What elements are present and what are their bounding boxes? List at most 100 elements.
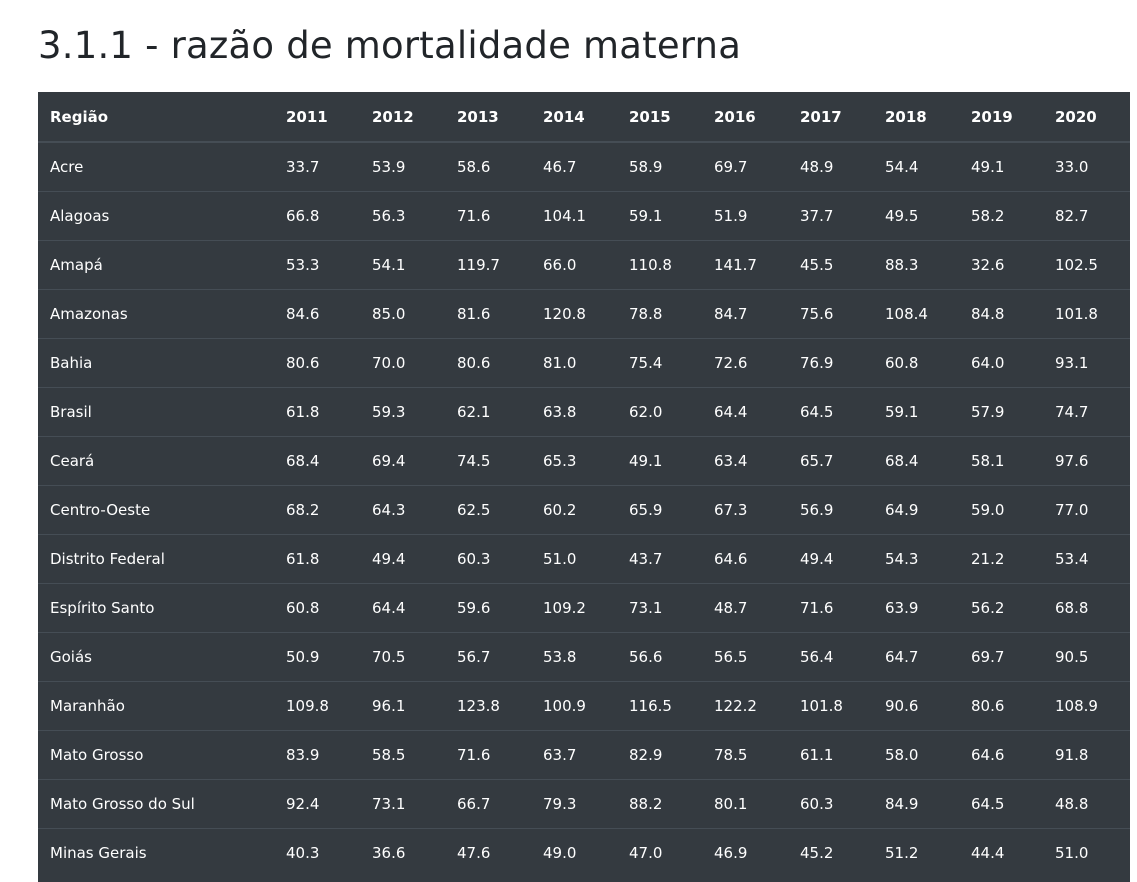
table-row: Goiás 50.9 70.5 56.7 53.8 56.6 56.5 56.4 64.7 69.…	[38, 632, 1130, 681]
rate-value-cell: 69.4	[372, 451, 406, 470]
rate-value-cell: 68.8	[1055, 598, 1089, 617]
rate-value-cell: 84.8	[971, 304, 1005, 323]
region-name-cell: Minas Gerais	[50, 843, 147, 862]
table-row: Acre 33.7 53.9 58.6 46.7 58.9 69.7 48.9 54.4 49.1…	[38, 142, 1130, 191]
rate-value-cell: 119.7	[457, 255, 500, 274]
rate-value-cell: 58.9	[629, 157, 663, 176]
rate-value-cell: 63.9	[885, 598, 919, 617]
rate-value-cell: 102.5	[1055, 255, 1098, 274]
rate-value-cell: 59.6	[457, 598, 491, 617]
rate-value-cell: 58.1	[971, 451, 1005, 470]
rate-value-cell: 64.4	[714, 402, 748, 421]
rate-value-cell: 93.1	[1055, 353, 1089, 372]
rate-value-cell: 51.9	[714, 206, 748, 225]
rate-value-cell: 68.4	[286, 451, 320, 470]
rate-value-cell: 33.7	[286, 157, 320, 176]
rate-value-cell: 116.5	[629, 696, 672, 715]
rate-value-cell: 80.6	[457, 353, 491, 372]
rate-value-cell: 64.5	[800, 402, 834, 421]
rate-value-cell: 62.5	[457, 500, 491, 519]
table-row: Brasil 61.8 59.3 62.1 63.8 62.0 64.4 64.5 59.1 57…	[38, 387, 1130, 436]
rate-value-cell: 49.1	[971, 157, 1005, 176]
rate-value-cell: 56.5	[714, 647, 748, 666]
rate-value-cell: 49.4	[372, 549, 406, 568]
rate-value-cell: 33.0	[1055, 157, 1089, 176]
rate-value-cell: 66.0	[543, 255, 577, 274]
rate-value-cell: 101.8	[1055, 304, 1098, 323]
rate-value-cell: 53.3	[286, 255, 320, 274]
rate-value-cell: 56.2	[971, 598, 1005, 617]
rate-value-cell: 51.2	[885, 843, 919, 862]
rate-value-cell: 56.4	[800, 647, 834, 666]
rate-value-cell: 66.7	[457, 794, 491, 813]
rate-value-cell: 64.9	[885, 500, 919, 519]
rate-value-cell: 120.8	[543, 304, 586, 323]
rate-value-cell: 58.2	[971, 206, 1005, 225]
rate-value-cell: 48.9	[800, 157, 834, 176]
rate-value-cell: 71.6	[457, 745, 491, 764]
rate-value-cell: 109.8	[286, 696, 329, 715]
rate-value-cell: 49.1	[629, 451, 663, 470]
rate-value-cell: 49.5	[885, 206, 919, 225]
rate-value-cell: 63.7	[543, 745, 577, 764]
rate-value-cell: 74.7	[1055, 402, 1089, 421]
rate-value-cell: 84.6	[286, 304, 320, 323]
rate-value-cell: 60.2	[543, 500, 577, 519]
column-header-year: 2019	[971, 92, 1055, 143]
rate-value-cell: 56.7	[457, 647, 491, 666]
maternal-mortality-table: Região 2011 2012 2013 2014 2015 2016 2017 2018 20…	[38, 92, 1130, 877]
rate-value-cell: 88.2	[629, 794, 663, 813]
rate-value-cell: 51.0	[543, 549, 577, 568]
table-header-row: Região 2011 2012 2013 2014 2015 2016 2017 2018 20…	[38, 92, 1130, 143]
rate-value-cell: 84.9	[885, 794, 919, 813]
rate-value-cell: 123.8	[457, 696, 500, 715]
rate-value-cell: 48.8	[1055, 794, 1089, 813]
rate-value-cell: 67.3	[714, 500, 748, 519]
rate-value-cell: 73.1	[629, 598, 663, 617]
rate-value-cell: 104.1	[543, 206, 586, 225]
rate-value-cell: 82.7	[1055, 206, 1089, 225]
rate-value-cell: 37.7	[800, 206, 834, 225]
table-row: Maranhão 109.8 96.1 123.8 100.9 116.5 122.2 101…	[38, 681, 1130, 730]
rate-value-cell: 71.6	[800, 598, 834, 617]
region-name-cell: Amazonas	[50, 304, 128, 323]
rate-value-cell: 53.8	[543, 647, 577, 666]
data-table-container: Região 2011 2012 2013 2014 2015 2016 2017 2018 20…	[38, 92, 1130, 882]
rate-value-cell: 56.3	[372, 206, 406, 225]
rate-value-cell: 54.3	[885, 549, 919, 568]
rate-value-cell: 100.9	[543, 696, 586, 715]
region-name-cell: Centro-Oeste	[50, 500, 151, 519]
rate-value-cell: 74.5	[457, 451, 491, 470]
rate-value-cell: 49.0	[543, 843, 577, 862]
table-row: Amazonas 84.6 85.0 81.6 120.8 78.8 84.7 75.6 108…	[38, 289, 1130, 338]
rate-value-cell: 101.8	[800, 696, 843, 715]
rate-value-cell: 81.6	[457, 304, 491, 323]
rate-value-cell: 110.8	[629, 255, 672, 274]
rate-value-cell: 65.9	[629, 500, 663, 519]
rate-value-cell: 53.9	[372, 157, 406, 176]
rate-value-cell: 108.4	[885, 304, 928, 323]
table-row: Amapá 53.3 54.1 119.7 66.0 110.8 141.7 45.5 88.3…	[38, 240, 1130, 289]
rate-value-cell: 56.6	[629, 647, 663, 666]
table-row: Espírito Santo 60.8 64.4 59.6 109.2 73.1 48.7 7…	[38, 583, 1130, 632]
rate-value-cell: 80.1	[714, 794, 748, 813]
rate-value-cell: 44.4	[971, 843, 1005, 862]
table-row: Ceará 68.4 69.4 74.5 65.3 49.1 63.4 65.7 68.4 58.…	[38, 436, 1130, 485]
rate-value-cell: 58.5	[372, 745, 406, 764]
rate-value-cell: 77.0	[1055, 500, 1089, 519]
rate-value-cell: 53.4	[1055, 549, 1089, 568]
region-name-cell: Acre	[50, 157, 84, 176]
rate-value-cell: 75.6	[800, 304, 834, 323]
region-name-cell: Brasil	[50, 402, 92, 421]
rate-value-cell: 64.6	[971, 745, 1005, 764]
rate-value-cell: 64.5	[971, 794, 1005, 813]
table-row: Centro-Oeste 68.2 64.3 62.5 60.2 65.9 67.3 56.9…	[38, 485, 1130, 534]
rate-value-cell: 47.6	[457, 843, 491, 862]
rate-value-cell: 64.0	[971, 353, 1005, 372]
region-name-cell: Bahia	[50, 353, 93, 372]
region-name-cell: Goiás	[50, 647, 92, 666]
rate-value-cell: 68.4	[885, 451, 919, 470]
rate-value-cell: 71.6	[457, 206, 491, 225]
rate-value-cell: 88.3	[885, 255, 919, 274]
rate-value-cell: 57.9	[971, 402, 1005, 421]
